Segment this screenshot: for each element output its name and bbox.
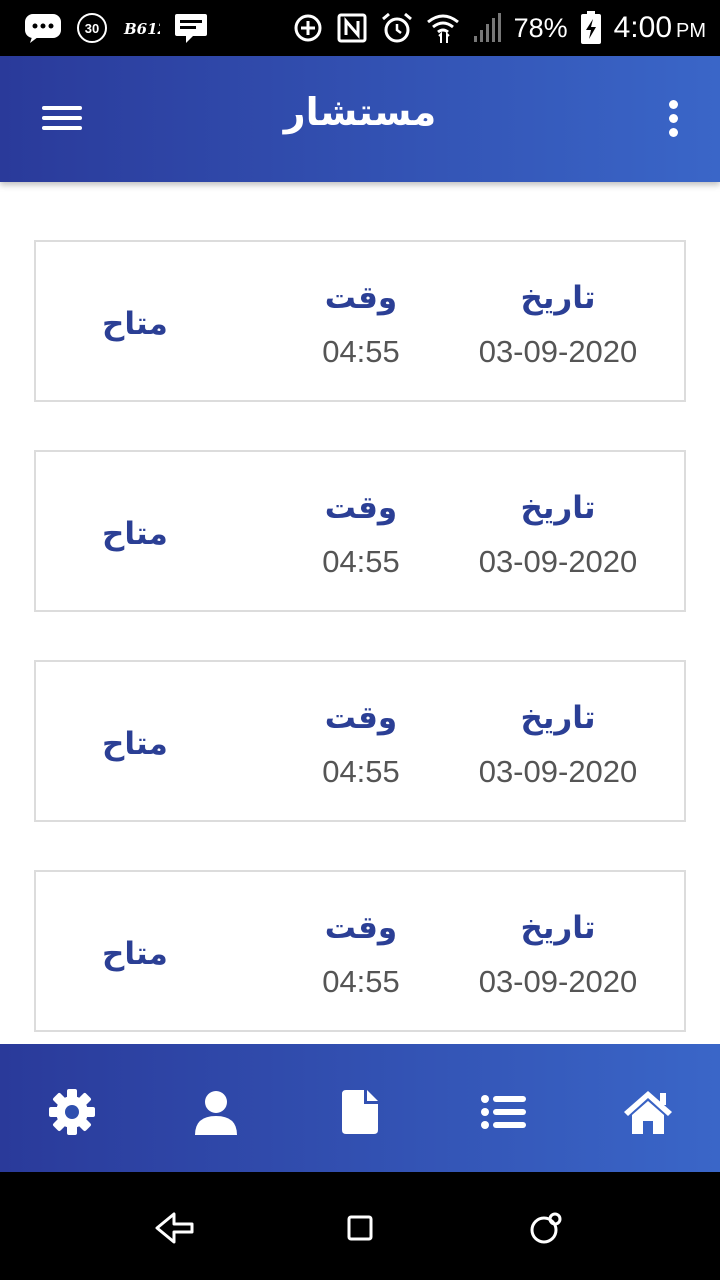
b612-icon: B612 (122, 13, 160, 43)
appointment-card[interactable]: تاريخ 03-09-2020 وقت 04:55 متاح (34, 870, 686, 1032)
b612-text: B612 (123, 20, 160, 38)
appointment-card[interactable]: تاريخ 03-09-2020 وقت 04:55 متاح (34, 660, 686, 822)
time-column: وقت 04:55 (296, 698, 426, 790)
availability-status: متاح (102, 516, 168, 552)
message-icon (174, 12, 208, 44)
appointment-list: تاريخ 03-09-2020 وقت 04:55 متاح تاريخ 03… (34, 240, 686, 1080)
home-icon[interactable] (622, 1086, 674, 1138)
clock-time: 4:00 (613, 11, 672, 44)
date-value: 03-09-2020 (478, 334, 638, 369)
system-nav-bar (0, 1172, 720, 1280)
battery-percent: 78% (513, 12, 568, 43)
time-value: 04:55 (322, 334, 400, 369)
settings-icon[interactable] (46, 1086, 98, 1138)
badge-number: 30 (85, 21, 99, 36)
alarm-icon (380, 11, 414, 45)
time-label: وقت (324, 280, 398, 316)
battery-charging-icon (580, 11, 602, 45)
appointment-card[interactable]: تاريخ 03-09-2020 وقت 04:55 متاح (34, 450, 686, 612)
date-label: تاريخ (520, 700, 596, 736)
time-value: 04:55 (322, 754, 400, 789)
status-bar: 30 B612 78% 4:00PM (0, 0, 720, 56)
clock-ampm: PM (676, 20, 706, 42)
date-label: تاريخ (520, 910, 596, 946)
time-column: وقت 04:55 (296, 908, 426, 1000)
date-label: تاريخ (520, 280, 596, 316)
appointment-card[interactable]: تاريخ 03-09-2020 وقت 04:55 متاح (34, 240, 686, 402)
recents-icon[interactable] (340, 1208, 380, 1248)
date-value: 03-09-2020 (478, 544, 638, 579)
bottom-nav (0, 1044, 720, 1172)
time-column: وقت 04:55 (296, 278, 426, 370)
profile-icon[interactable] (190, 1086, 242, 1138)
badge-30-icon: 30 (76, 12, 108, 44)
date-column: تاريخ 03-09-2020 (458, 698, 658, 790)
availability-status: متاح (102, 306, 168, 342)
date-column: تاريخ 03-09-2020 (458, 488, 658, 580)
date-column: تاريخ 03-09-2020 (458, 278, 658, 370)
chat-bubble-icon (24, 13, 62, 43)
wifi-icon (426, 12, 460, 44)
time-label: وقت (324, 490, 398, 526)
back-icon[interactable] (154, 1208, 194, 1248)
status-bar-right: 78% 4:00 PM (292, 11, 706, 45)
time-label: وقت (324, 910, 398, 946)
date-label: تاريخ (520, 490, 596, 526)
page-title: مستشار (283, 90, 437, 134)
data-saver-icon (292, 12, 324, 44)
more-vert-icon[interactable] (662, 98, 686, 140)
nfc-icon (336, 12, 368, 44)
home-circle-icon[interactable] (526, 1208, 566, 1248)
list-icon[interactable] (478, 1086, 530, 1138)
availability-status: متاح (102, 936, 168, 972)
time-value: 04:55 (322, 544, 400, 579)
availability-status: متاح (102, 726, 168, 762)
clock: 4:00 PM (614, 11, 706, 45)
app-bar: مستشار (0, 56, 720, 182)
date-value: 03-09-2020 (478, 754, 638, 789)
time-label: وقت (324, 700, 398, 736)
time-value: 04:55 (322, 964, 400, 999)
date-column: تاريخ 03-09-2020 (458, 908, 658, 1000)
time-column: وقت 04:55 (296, 488, 426, 580)
signal-icon (472, 12, 502, 44)
date-value: 03-09-2020 (478, 964, 638, 999)
document-icon[interactable] (334, 1086, 386, 1138)
status-bar-left: 30 B612 (24, 12, 208, 44)
